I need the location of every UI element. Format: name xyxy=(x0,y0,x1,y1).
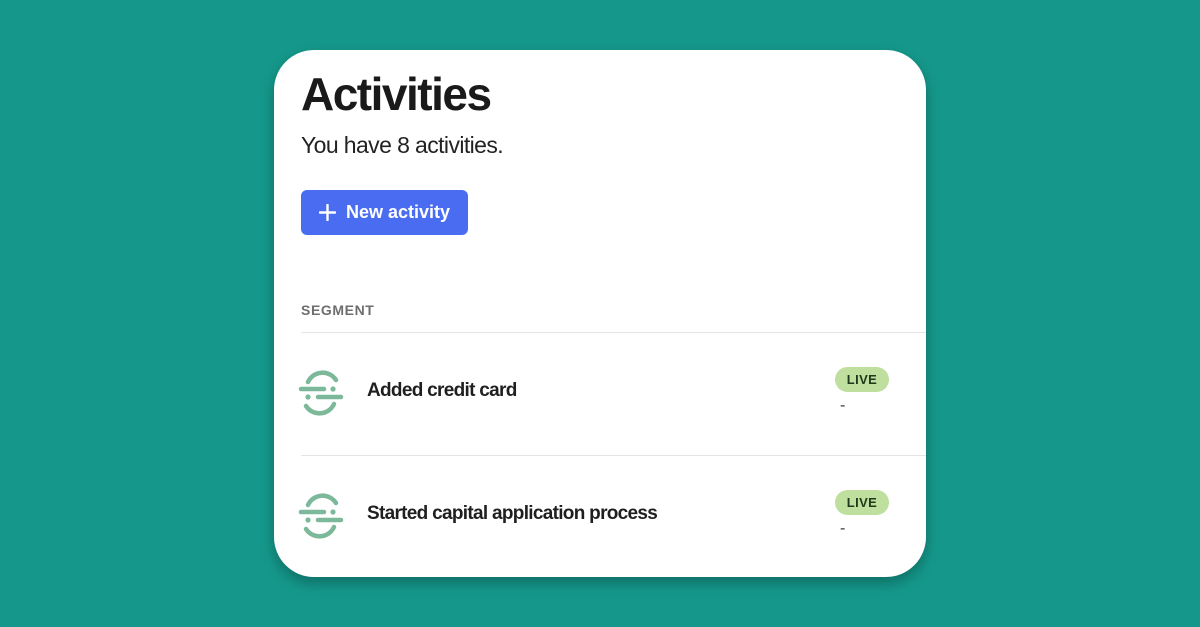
activity-name: Added credit card xyxy=(367,380,517,401)
segment-logo-icon xyxy=(298,493,344,539)
activities-card: Activities You have 8 activities. New ac… xyxy=(274,50,926,577)
activity-row[interactable]: Started capital application process LIVE… xyxy=(298,455,926,577)
new-activity-label: New activity xyxy=(345,202,451,222)
status-badge-live: LIVE xyxy=(835,490,889,515)
activity-detail: - xyxy=(840,397,846,414)
new-activity-button[interactable]: New activity xyxy=(301,190,468,235)
activity-detail: - xyxy=(840,520,846,537)
activity-row[interactable]: Added credit card LIVE - xyxy=(298,333,926,455)
activity-count-text: You have 8 activities. xyxy=(301,132,504,158)
activity-name: Started capital application process xyxy=(367,503,658,524)
segment-logo-icon xyxy=(298,370,344,416)
plus-icon xyxy=(318,204,336,221)
status-badge-live: LIVE xyxy=(835,367,889,392)
section-header-segment: SEGMENT xyxy=(301,302,375,318)
page-title: Activities xyxy=(301,68,492,120)
